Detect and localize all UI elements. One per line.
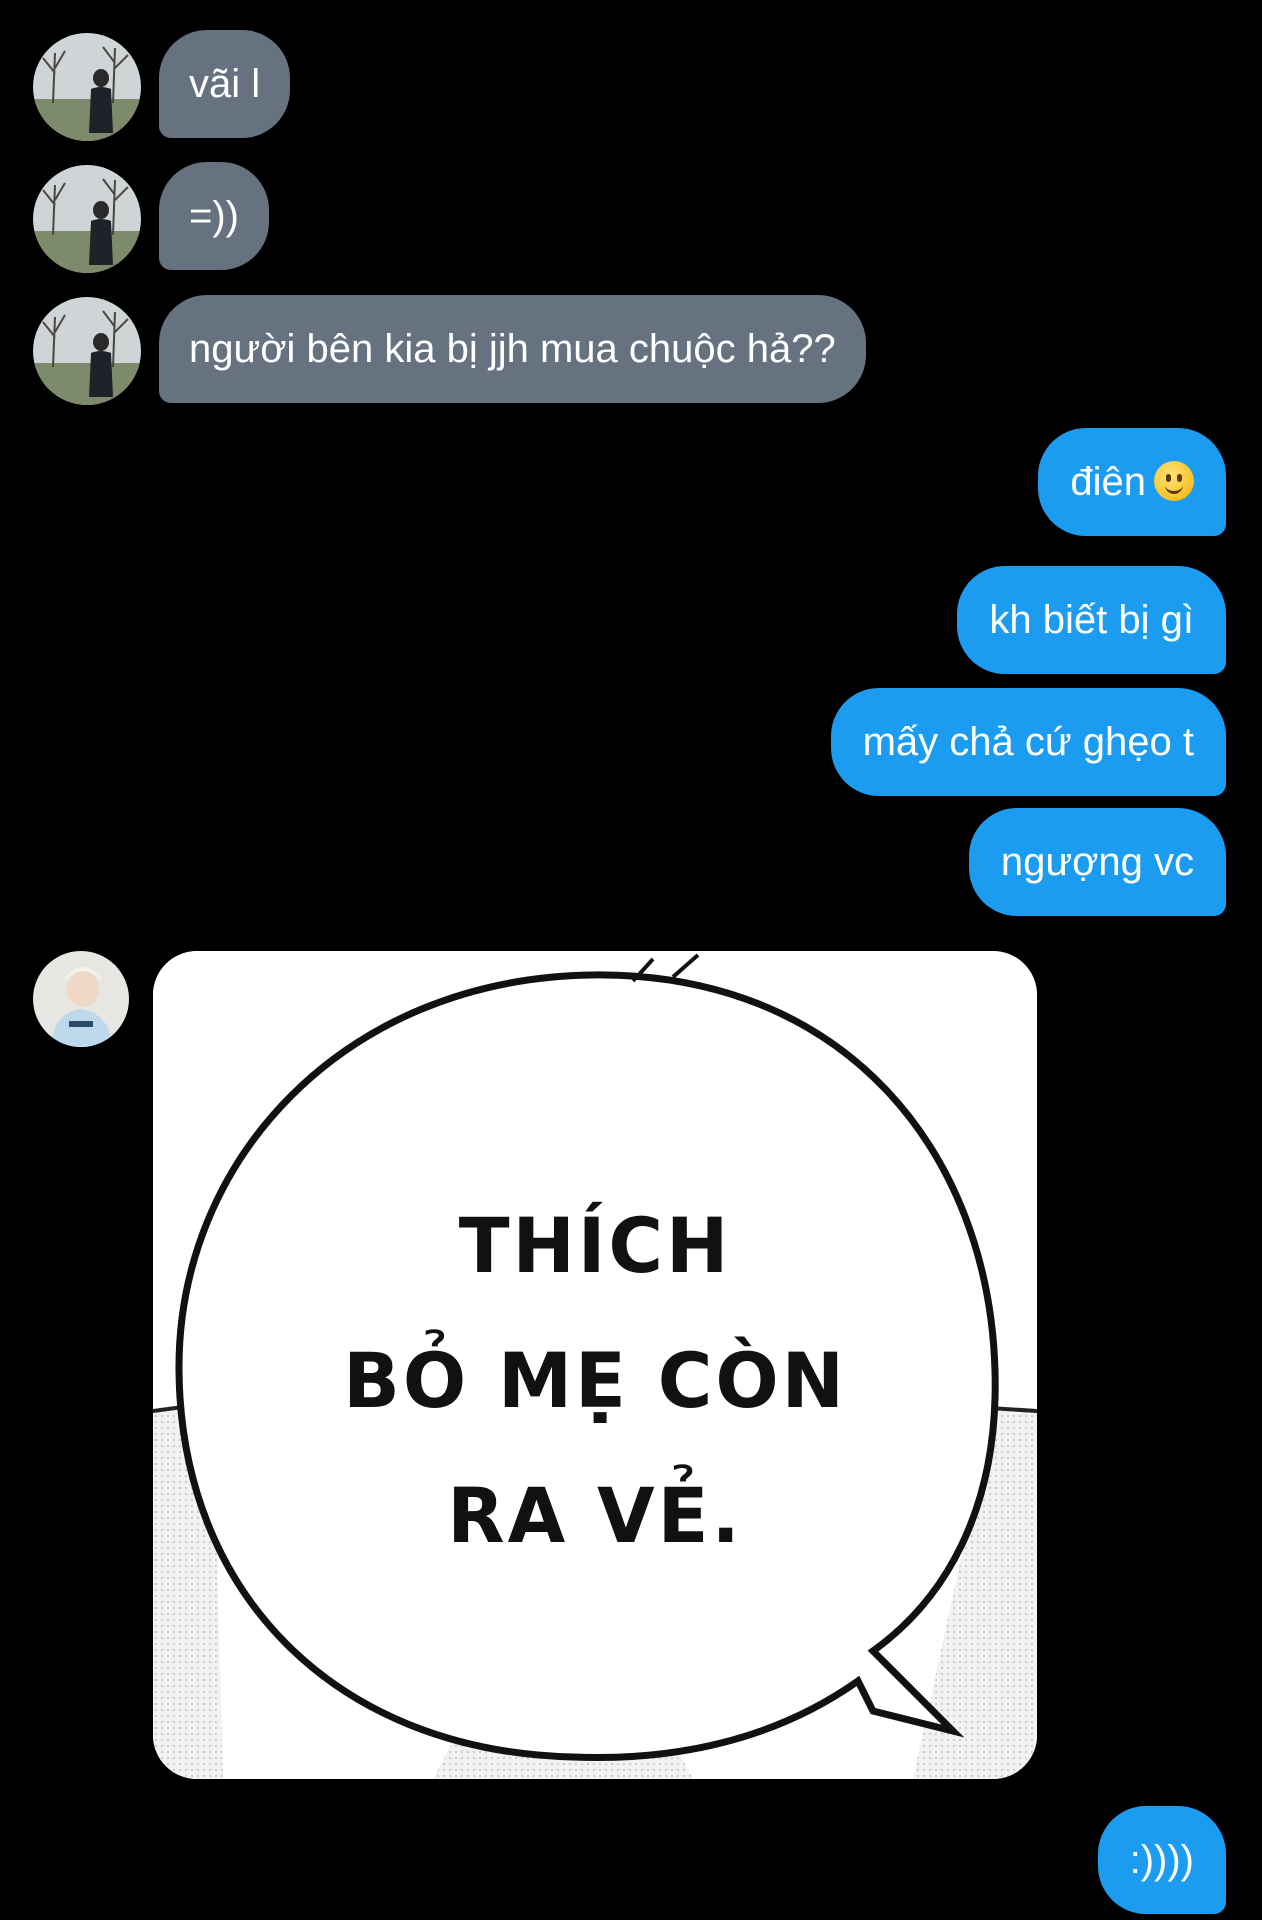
message-text: mấy chả cứ ghẹo t: [862, 720, 1194, 764]
message-bubble-outgoing[interactable]: điên: [1038, 428, 1226, 536]
slightly-smiling-face-icon: [1154, 461, 1194, 501]
message-text: ngượng vc: [1000, 840, 1194, 884]
message-bubble-outgoing[interactable]: kh biết bị gì: [957, 566, 1226, 674]
avatar-photo: [33, 951, 129, 1047]
message-bubble-outgoing[interactable]: mấy chả cứ ghẹo t: [830, 688, 1226, 796]
manga-text-line-2: BỎ MẸ CÒN: [343, 1336, 847, 1425]
manga-text-line-3: RA VẺ.: [447, 1471, 743, 1560]
avatar-photo: [33, 297, 141, 405]
avatar[interactable]: [33, 951, 129, 1047]
message-bubble-incoming[interactable]: người bên kia bị jjh mua chuộc hả??: [159, 295, 866, 403]
avatar[interactable]: [33, 33, 141, 141]
message-bubble-outgoing[interactable]: :)))): [1097, 1806, 1226, 1914]
image-message[interactable]: THÍCH BỎ MẸ CÒN RA VẺ.: [153, 951, 1037, 1779]
message-text: người bên kia bị jjh mua chuộc hả??: [189, 327, 836, 371]
message-text: kh biết bị gì: [989, 598, 1194, 642]
message-text: vãi l: [189, 62, 261, 106]
message-bubble-incoming[interactable]: =)): [159, 162, 269, 270]
manga-text-line-1: THÍCH: [458, 1201, 732, 1290]
avatar-photo: [33, 33, 141, 141]
message-text: điên: [1070, 460, 1146, 504]
avatar-photo: [33, 165, 141, 273]
message-bubble-incoming[interactable]: vãi l: [159, 30, 291, 138]
avatar[interactable]: [33, 297, 141, 405]
message-text: =)): [189, 194, 239, 238]
message-bubble-outgoing[interactable]: ngượng vc: [968, 808, 1226, 916]
message-text: :)))): [1129, 1838, 1194, 1882]
avatar[interactable]: [33, 165, 141, 273]
